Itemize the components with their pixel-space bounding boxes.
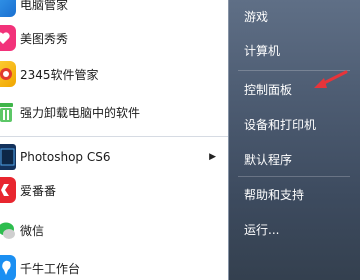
- tencent-pc-manager-icon: [0, 0, 16, 17]
- program-item-2345[interactable]: 2345软件管家: [0, 56, 228, 92]
- program-label: 微信: [20, 223, 45, 238]
- chevron-right-icon: ▶: [209, 152, 216, 162]
- annotation-arrow-icon: [314, 70, 348, 88]
- aifanfan-icon: [0, 177, 16, 203]
- program-label: 2345软件管家: [20, 67, 99, 82]
- 2345-software-manager-icon: [0, 61, 16, 87]
- menu-item-devices-printers[interactable]: 设备和打印机: [244, 116, 316, 133]
- menu-divider: [238, 176, 350, 177]
- program-list: 电脑管家 美图秀秀 2345软件管家 强力卸载电脑中的软件 Photoshop …: [0, 0, 228, 280]
- qianniu-icon: [0, 255, 16, 280]
- wechat-icon: [0, 217, 16, 243]
- program-label: 爱番番: [20, 183, 57, 198]
- menu-divider: [0, 136, 228, 137]
- program-item-wechat[interactable]: 微信: [0, 212, 228, 248]
- program-label: 千牛工作台: [20, 261, 81, 276]
- program-label: 美图秀秀: [20, 31, 69, 46]
- menu-item-computer[interactable]: 计算机: [244, 42, 280, 59]
- program-item-meitu[interactable]: 美图秀秀: [0, 20, 228, 56]
- uninstaller-icon: [0, 99, 16, 125]
- meitu-icon: [0, 25, 16, 51]
- program-label: 电脑管家: [20, 0, 69, 12]
- menu-item-default-programs[interactable]: 默认程序: [244, 151, 292, 168]
- program-item-qianniu[interactable]: 千牛工作台: [0, 250, 228, 280]
- photoshop-icon: [0, 144, 16, 170]
- program-item-uninstaller[interactable]: 强力卸载电脑中的软件: [0, 94, 228, 130]
- menu-item-control-panel[interactable]: 控制面板: [244, 81, 292, 98]
- program-item-pc-manager[interactable]: 电脑管家: [0, 0, 228, 22]
- start-menu: 电脑管家 美图秀秀 2345软件管家 强力卸载电脑中的软件 Photoshop …: [0, 0, 360, 280]
- menu-item-games[interactable]: 游戏: [244, 8, 268, 25]
- program-item-photoshop[interactable]: Photoshop CS6 ▶: [0, 139, 228, 175]
- program-item-aifanfan[interactable]: 爱番番: [0, 172, 228, 208]
- program-label: Photoshop CS6: [20, 150, 111, 164]
- menu-item-run[interactable]: 运行...: [244, 221, 279, 238]
- menu-item-help-support[interactable]: 帮助和支持: [244, 186, 304, 203]
- program-label: 强力卸载电脑中的软件: [20, 105, 141, 120]
